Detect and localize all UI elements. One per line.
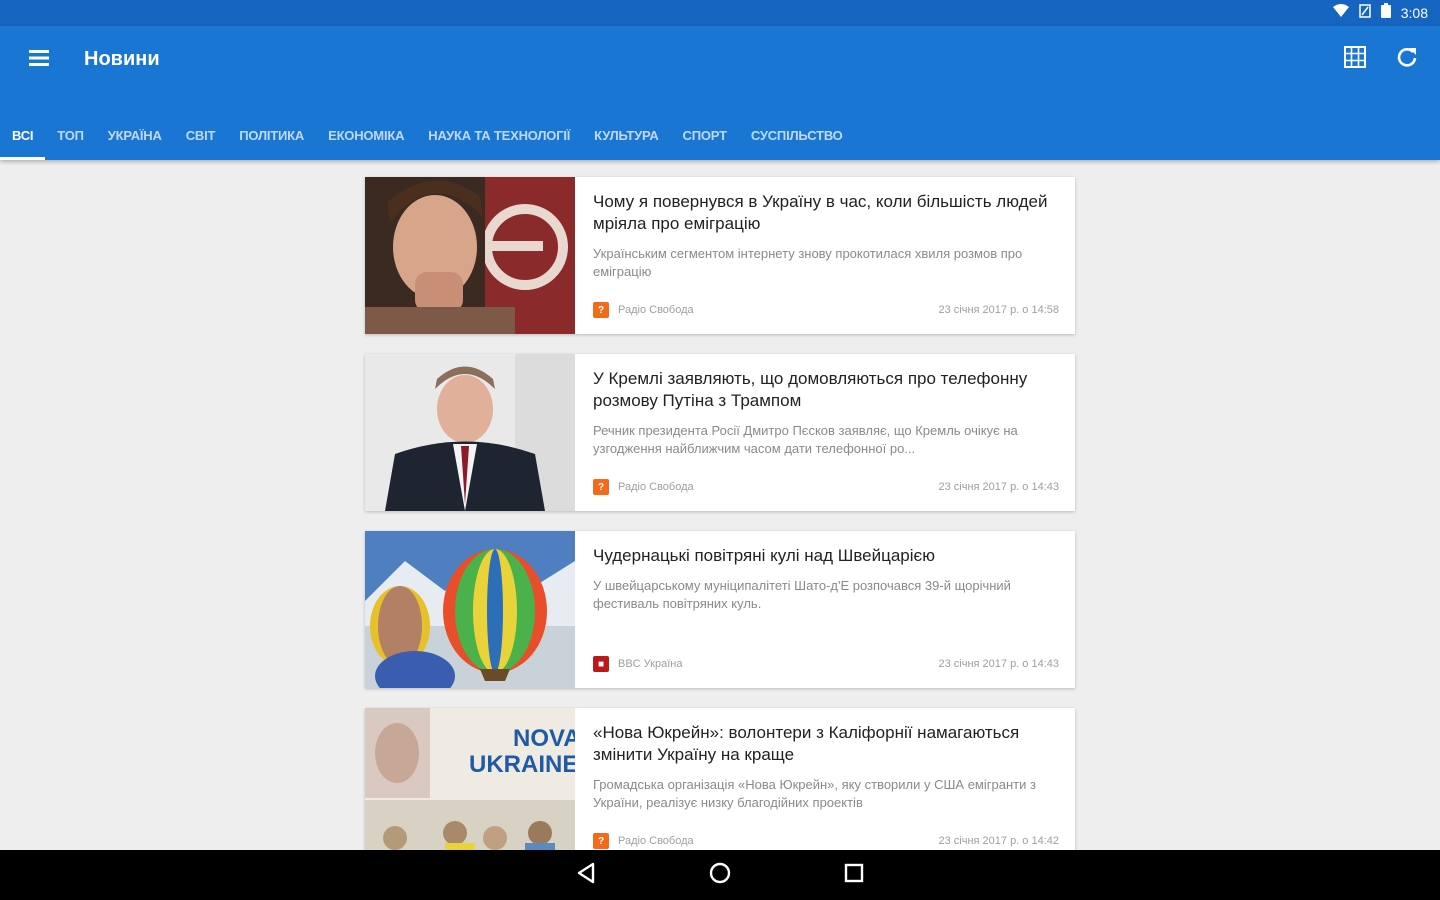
- signal-icon: [1359, 3, 1371, 23]
- news-thumbnail: [365, 177, 575, 334]
- news-feed: Чому я повернувся в Україну в час, коли …: [365, 177, 1075, 885]
- news-title: Чудернацькі повітряні кулі над Швейцаріє…: [593, 546, 935, 565]
- toolbar: Новини: [0, 26, 1440, 94]
- news-source: Радіо Свобода: [618, 481, 694, 493]
- tab-politics[interactable]: ПОЛІТИКА: [239, 110, 304, 160]
- tab-top[interactable]: ТОП: [57, 110, 84, 160]
- news-thumbnail: NOVA UKRAINE: [365, 708, 575, 865]
- back-button[interactable]: [571, 860, 601, 890]
- radio-svoboda-icon: ?: [593, 302, 609, 318]
- news-source: Радіо Свобода: [618, 304, 694, 316]
- status-time: 3:08: [1400, 5, 1428, 21]
- tab-sport[interactable]: СПОРТ: [683, 110, 727, 160]
- news-date: 23 січня 2017 р. о 14:43: [938, 481, 1059, 493]
- grid-view-icon: [1344, 45, 1366, 73]
- news-description: Українським сегментом інтернету знову пр…: [593, 246, 1023, 279]
- home-icon: [708, 861, 732, 890]
- menu-button[interactable]: [22, 46, 56, 74]
- news-title: Чому я повернувся в Україну в час, коли …: [593, 192, 1048, 233]
- tab-science-tech[interactable]: НАУКА ТА ТЕХНОЛОГІЇ: [428, 110, 570, 160]
- news-date: 23 січня 2017 р. о 14:58: [938, 304, 1059, 316]
- news-description: Громадська організація «Нова Юкрейн», як…: [593, 777, 1036, 810]
- news-date: 23 січня 2017 р. о 14:43: [938, 658, 1059, 670]
- back-icon: [576, 862, 596, 889]
- news-thumbnail: [365, 531, 575, 688]
- news-description: Речник президента Росії Дмитро Пєсков за…: [593, 423, 1018, 456]
- refresh-button[interactable]: [1392, 44, 1422, 74]
- home-button[interactable]: [705, 860, 735, 890]
- svg-text:UKRAINE: UKRAINE: [469, 751, 575, 778]
- refresh-icon: [1396, 46, 1418, 73]
- tab-ukraine[interactable]: УКРАЇНА: [108, 110, 162, 160]
- page-title: Новини: [84, 48, 160, 70]
- news-card[interactable]: NOVA UKRAINE «Нова Юкрейн»: волонтери з …: [365, 708, 1075, 865]
- tab-world[interactable]: СВІТ: [186, 110, 216, 160]
- news-source: Радіо Свобода: [618, 835, 694, 847]
- news-card[interactable]: Чому я повернувся в Україну в час, коли …: [365, 177, 1075, 334]
- status-bar: 3:08: [0, 0, 1440, 26]
- tab-society[interactable]: СУСПІЛЬСТВО: [751, 110, 843, 160]
- grid-view-button[interactable]: [1340, 44, 1370, 74]
- news-date: 23 січня 2017 р. о 14:42: [938, 835, 1059, 847]
- category-tabs: ВСІ ТОП УКРАЇНА СВІТ ПОЛІТИКА ЕКОНОМІКА …: [0, 110, 867, 160]
- radio-svoboda-icon: ?: [593, 479, 609, 495]
- wifi-icon: [1332, 3, 1349, 23]
- news-card[interactable]: У Кремлі заявляють, що домовляються про …: [365, 354, 1075, 511]
- app-bar: Новини ВСІ ТОП УКРАЇНА СВІТ ПОЛІТИКА ЕКО…: [0, 26, 1440, 160]
- thumb-brand-text: NOVA: [513, 725, 575, 752]
- bbc-icon: ■: [593, 656, 609, 672]
- news-source: BBC Україна: [618, 658, 683, 670]
- tab-all[interactable]: ВСІ: [0, 110, 46, 160]
- recents-button[interactable]: [839, 860, 869, 890]
- menu-icon: [29, 49, 49, 71]
- recents-icon: [844, 863, 864, 888]
- tab-culture[interactable]: КУЛЬТУРА: [594, 110, 659, 160]
- radio-svoboda-icon: ?: [593, 833, 609, 849]
- news-title: «Нова Юкрейн»: волонтери з Каліфорнії на…: [593, 723, 1020, 764]
- battery-icon: [1380, 3, 1391, 23]
- system-nav-bar: [0, 850, 1440, 900]
- news-title: У Кремлі заявляють, що домовляються про …: [593, 369, 1028, 410]
- news-thumbnail: [365, 354, 575, 511]
- news-card[interactable]: Чудернацькі повітряні кулі над Швейцаріє…: [365, 531, 1075, 688]
- tab-economy[interactable]: ЕКОНОМІКА: [328, 110, 404, 160]
- news-description: У швейцарському муніципалітеті Шато-д'Е …: [593, 578, 1011, 611]
